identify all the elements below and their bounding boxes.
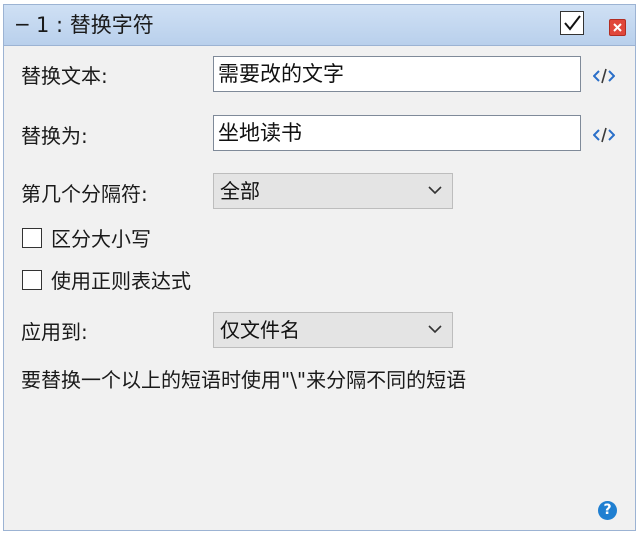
case-sensitive-label: 区分大小写 (51, 227, 151, 251)
hint-text: 要替换一个以上的短语时使用"\"来分隔不同的短语 (21, 368, 467, 392)
case-sensitive-checkbox[interactable] (22, 228, 42, 248)
rule-title: 1 : 替换字符 (36, 13, 154, 37)
replace-with-code-button[interactable] (592, 125, 616, 145)
replace-with-label: 替换为: (21, 124, 88, 148)
replace-text-label: 替换文本: (21, 64, 108, 88)
code-icon (592, 68, 616, 84)
separator-select-value: 全部 (220, 179, 260, 203)
help-button[interactable]: ? (598, 501, 617, 520)
apply-to-select[interactable]: 仅文件名 (213, 312, 453, 348)
checkmark-icon (564, 15, 581, 31)
replace-with-input[interactable]: 坐地读书 (213, 115, 581, 151)
close-button[interactable] (609, 19, 626, 36)
titlebar: − 1 : 替换字符 (4, 5, 635, 46)
help-icon: ? (603, 502, 612, 518)
close-icon (613, 23, 622, 32)
separator-select[interactable]: 全部 (213, 173, 453, 209)
apply-to-select-value: 仅文件名 (220, 318, 300, 342)
regex-checkbox[interactable] (22, 270, 42, 290)
enable-checkbox[interactable] (560, 11, 584, 35)
replace-text-code-button[interactable] (592, 66, 616, 86)
chevron-down-icon (428, 186, 442, 195)
collapse-button[interactable]: − (14, 14, 31, 34)
regex-label: 使用正则表达式 (51, 269, 191, 293)
rule-window: − 1 : 替换字符 替换文本: 需要改的文字 替换为: 坐地读书 第几个分隔符… (3, 4, 636, 531)
replace-text-input[interactable]: 需要改的文字 (213, 56, 581, 92)
code-icon (592, 127, 616, 143)
apply-to-label: 应用到: (21, 320, 88, 344)
separator-label: 第几个分隔符: (21, 182, 148, 206)
chevron-down-icon (428, 325, 442, 334)
